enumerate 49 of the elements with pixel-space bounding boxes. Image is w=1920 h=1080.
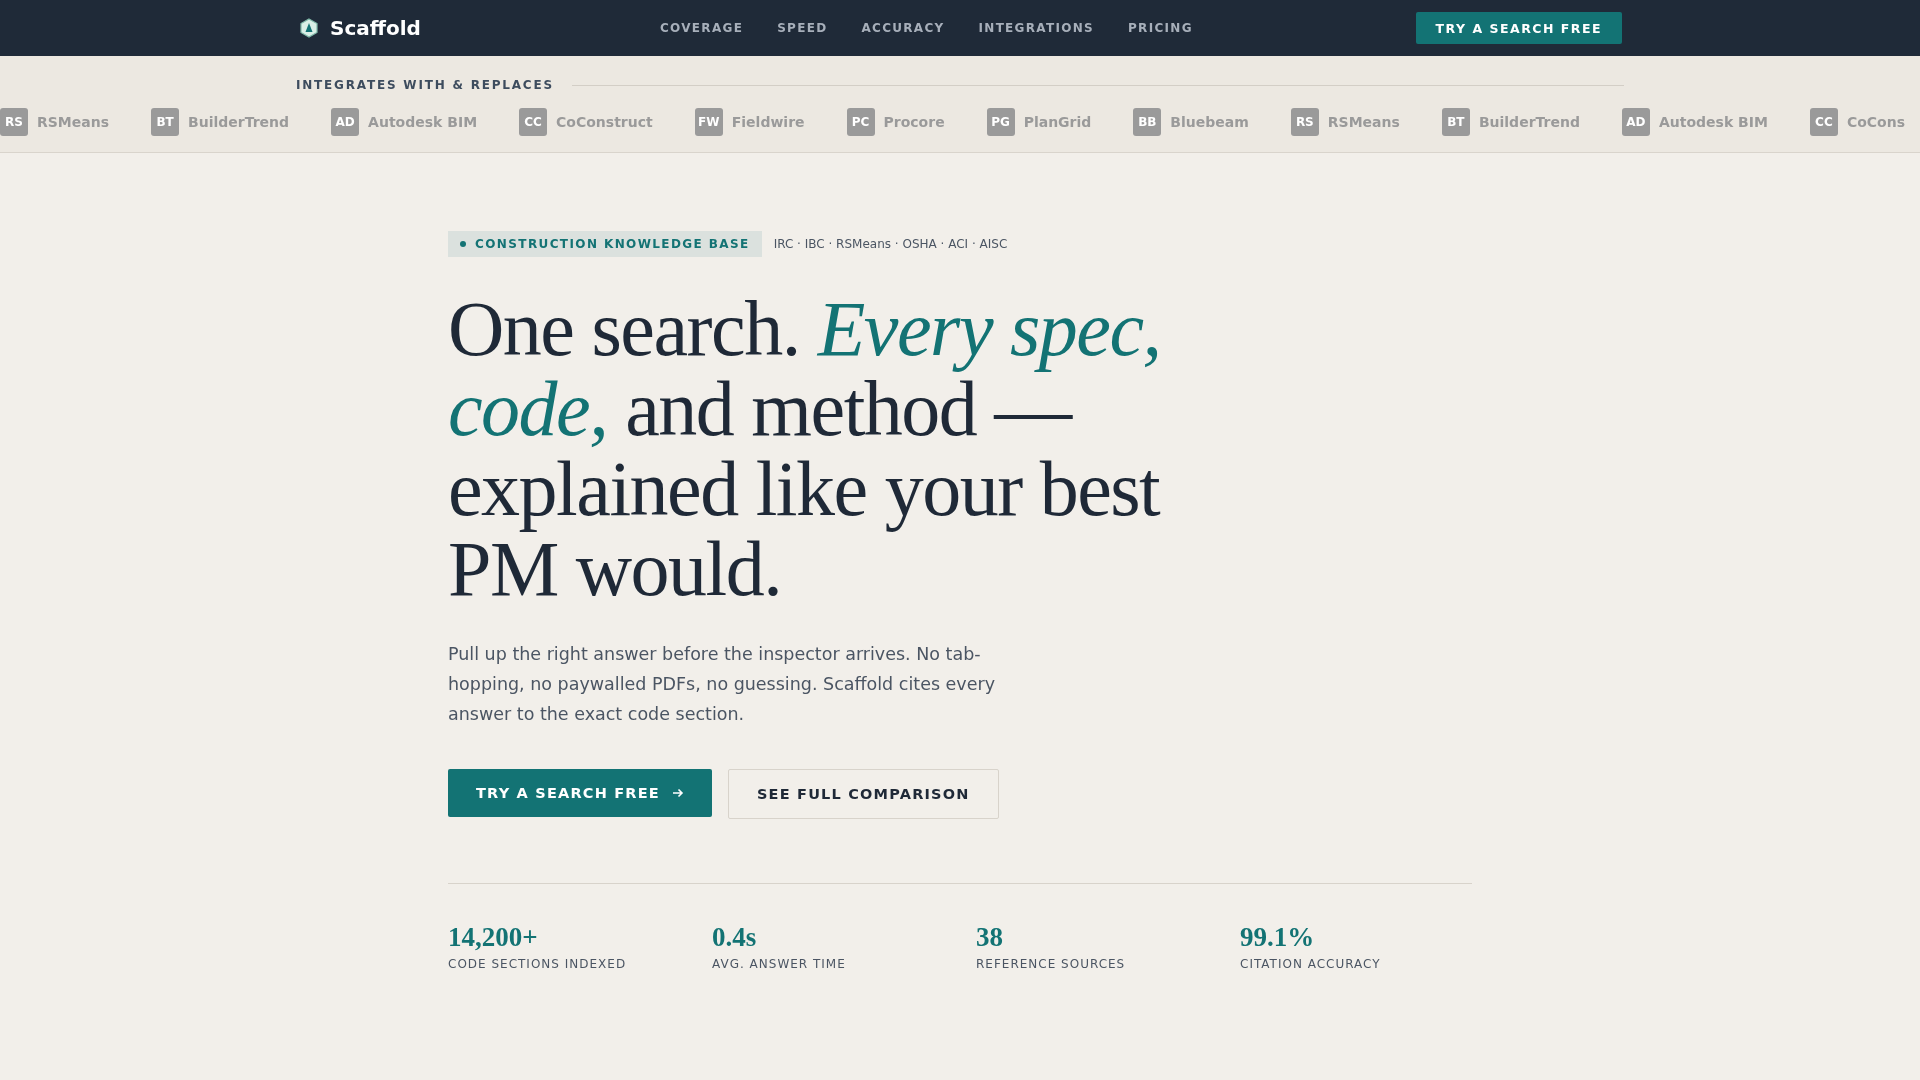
- integration-name: RSMeans: [1327, 114, 1400, 130]
- integration-logo: RS: [0, 108, 28, 136]
- badge-text: CONSTRUCTION KNOWLEDGE BASE: [475, 237, 750, 251]
- integration-name: Fieldwire: [731, 114, 805, 130]
- integration-logo: PC: [846, 108, 875, 136]
- stat-value: 14,200+: [448, 922, 539, 953]
- nav-link[interactable]: INTEGRATIONS: [978, 21, 1094, 35]
- try-search-button[interactable]: TRY A SEARCH FREE: [1415, 12, 1622, 44]
- integration-name: Bluebeam: [1170, 114, 1249, 130]
- integration-name: Autodesk BIM: [368, 114, 478, 130]
- integration-logo: BT: [1441, 108, 1470, 136]
- integration-logo: PG: [986, 108, 1015, 136]
- stat-value: 38: [976, 922, 1004, 953]
- integration-logo: CC: [1809, 108, 1838, 136]
- brand-name[interactable]: Scaffold: [330, 16, 421, 40]
- arrow-right-icon: [671, 787, 684, 799]
- integration-name: RSMeans: [37, 114, 110, 130]
- sources-list: IRC · IBC · RSMeans · OSHA · ACI · AISC: [773, 237, 1008, 251]
- integration-name: BuilderTrend: [188, 114, 290, 130]
- nav-link[interactable]: PRICING: [1128, 21, 1193, 35]
- try-search-button[interactable]: TRY A SEARCH FREE: [448, 769, 712, 817]
- integration-logo: AD: [1621, 108, 1650, 136]
- hero-description: Pull up the right answer before the inspector arrives. No tab-hopping, no paywalled PDFs, no guessing. Scaffold cites every answer to the exact code section.: [448, 643, 997, 726]
- integration-name: Procore: [883, 114, 945, 130]
- integration-name: Autodesk BIM: [1658, 114, 1768, 130]
- integration-logo: CC: [519, 108, 548, 136]
- integration-name: CoConstruct: [556, 114, 653, 130]
- hexagon-logo-icon: [300, 18, 318, 38]
- integration-name: PlanGrid: [1023, 114, 1092, 130]
- integration-logo: FW: [694, 108, 723, 136]
- nav-link[interactable]: COVERAGE: [660, 21, 744, 35]
- comparison-button[interactable]: SEE FULL COMPARISON: [727, 769, 999, 819]
- stat-label: CODE SECTIONS INDEXED: [448, 957, 628, 971]
- hero-headline: One search. Every spec, code, and method — explained like your best PM would.: [448, 289, 1162, 609]
- section-heading: INTEGRATES WITH & REPLACES: [296, 78, 554, 92]
- stat-label: AVG. ANSWER TIME: [712, 957, 847, 971]
- integration-logo: BB: [1133, 108, 1162, 136]
- nav-link[interactable]: SPEED: [777, 21, 828, 35]
- stat-value: 0.4s: [712, 922, 758, 953]
- nav-link[interactable]: ACCURACY: [861, 21, 945, 35]
- integration-name: CoCons: [1846, 114, 1905, 130]
- stat-value: 99.1%: [1240, 922, 1316, 953]
- integration-logo: BT: [151, 108, 180, 136]
- stat-label: CITATION ACCURACY: [1240, 957, 1382, 971]
- integration-logo: RS: [1290, 108, 1319, 136]
- dot-icon: [460, 241, 466, 247]
- integration-name: BuilderTrend: [1478, 114, 1580, 130]
- stat-label: REFERENCE SOURCES: [976, 957, 1127, 971]
- integration-logo: AD: [331, 108, 360, 136]
